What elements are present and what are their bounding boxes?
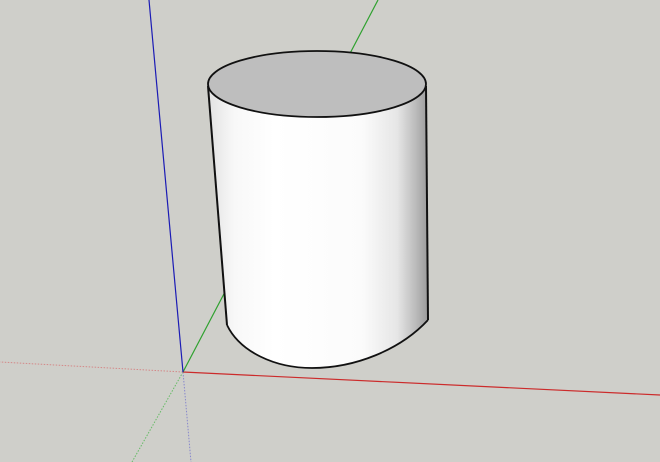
y-axis-negative xyxy=(131,371,184,462)
z-axis-negative xyxy=(182,371,192,462)
x-axis xyxy=(182,371,660,396)
cylinder-model[interactable] xyxy=(207,50,429,369)
x-axis-negative xyxy=(0,361,184,373)
scene-canvas[interactable] xyxy=(0,0,660,462)
z-axis xyxy=(148,0,184,373)
modeling-viewport[interactable] xyxy=(0,0,660,462)
cylinder-top-face[interactable] xyxy=(207,50,427,118)
cylinder-side-face[interactable] xyxy=(208,86,428,368)
